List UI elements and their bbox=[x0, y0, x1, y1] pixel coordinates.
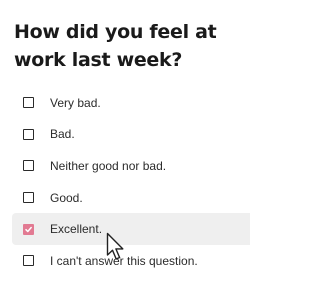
option-label: Bad. bbox=[50, 127, 75, 142]
option-neither[interactable]: Neither good nor bad. bbox=[12, 150, 250, 182]
option-label: Good. bbox=[50, 190, 83, 205]
option-very-bad[interactable]: Very bad. bbox=[12, 87, 250, 119]
option-good[interactable]: Good. bbox=[12, 182, 250, 214]
checkbox[interactable] bbox=[23, 128, 34, 140]
option-cannot-answer[interactable]: I can't answer this question. bbox=[12, 245, 250, 277]
option-label: I can't answer this question. bbox=[50, 253, 198, 268]
option-label: Excellent. bbox=[50, 222, 103, 237]
option-label: Very bad. bbox=[50, 95, 101, 110]
checkmark-icon bbox=[25, 226, 32, 232]
checkbox-checked[interactable] bbox=[23, 223, 34, 235]
question-title: How did you feel at work last week? bbox=[14, 21, 217, 71]
survey-card: How did you feel at work last week? Very… bbox=[0, 0, 250, 296]
option-excellent[interactable]: Excellent. bbox=[12, 213, 250, 245]
checkbox[interactable] bbox=[23, 160, 34, 172]
option-bad[interactable]: Bad. bbox=[12, 119, 250, 151]
checkbox[interactable] bbox=[23, 97, 34, 109]
checkbox[interactable] bbox=[23, 255, 34, 267]
checkbox[interactable] bbox=[23, 192, 34, 204]
answer-options-list: Very bad. Bad. Neither good nor bad. Goo… bbox=[12, 87, 250, 277]
option-label: Neither good nor bad. bbox=[50, 158, 167, 173]
